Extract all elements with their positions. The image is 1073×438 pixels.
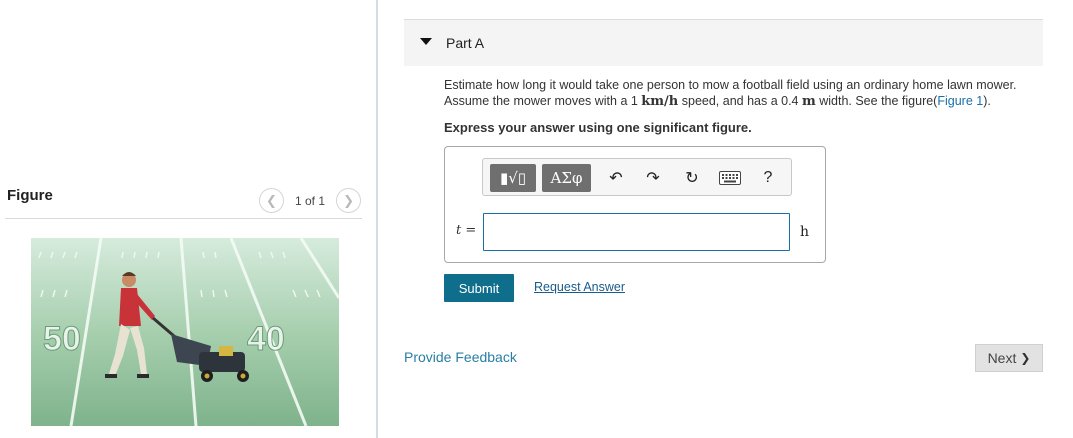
question-text-segment: ). [983, 94, 991, 108]
prev-figure-button[interactable]: ❮ [259, 188, 284, 213]
templates-button[interactable]: ▮√▯ [490, 164, 536, 192]
part-a-label: Part A [446, 35, 485, 51]
pager-text: 1 of 1 [295, 193, 326, 208]
redo-icon[interactable]: ↷ [640, 167, 666, 189]
question-text: Estimate how long it would take one pers… [444, 77, 1044, 110]
greek-symbols-button[interactable]: ΑΣφ [542, 164, 591, 192]
speed-unit: km/h [641, 94, 679, 109]
lawn-mower-figure-image: 50 40 [31, 238, 339, 426]
question-text-segment: speed, and has a 0.4 [678, 94, 802, 108]
question-line-1: Estimate how long it would take one pers… [444, 78, 1017, 92]
yard-number-40: 40 [247, 320, 285, 358]
part-a-header[interactable]: Part A [404, 20, 1043, 66]
next-label: Next [987, 350, 1017, 366]
reset-icon[interactable]: ↻ [679, 167, 705, 189]
variable-symbol: t [456, 223, 462, 238]
question-text-segment: width. See the figure( [815, 94, 938, 108]
answer-instruction: Express your answer using one significan… [444, 120, 752, 135]
next-figure-button[interactable]: ❯ [336, 188, 362, 213]
question-line-2: Assume the mower moves with a 1 km/h spe… [444, 93, 1044, 110]
figure-divider [5, 218, 362, 219]
answer-unit: h [800, 224, 810, 240]
yard-number-50: 50 [43, 320, 81, 358]
math-toolbar: ▮√▯ ΑΣφ ↶ ↷ ↻ ? [482, 158, 792, 196]
keyboard-icon[interactable] [717, 167, 743, 189]
answer-input[interactable] [483, 213, 790, 251]
keyboard-glyph [719, 171, 741, 185]
provide-feedback-link[interactable]: Provide Feedback [404, 349, 517, 365]
width-unit: m [801, 94, 816, 109]
chevron-left-icon: ❮ [266, 192, 277, 208]
page: Figure ❮ 1 of 1 ❯ 50 40 Part A Estimate … [0, 0, 1073, 438]
equals-sign: = [465, 223, 477, 238]
chevron-right-icon: ❯ [343, 192, 354, 208]
request-answer-link[interactable]: Request Answer [534, 280, 625, 294]
variable-label: t = [456, 223, 476, 238]
chevron-right-icon: ❯ [1020, 351, 1031, 365]
question-text-segment: Assume the mower moves with a 1 [444, 94, 642, 108]
caret-down-icon [420, 38, 432, 45]
undo-icon[interactable]: ↶ [603, 167, 629, 189]
figure-link[interactable]: Figure 1 [937, 94, 983, 108]
answer-box: ▮√▯ ΑΣφ ↶ ↷ ↻ ? t = h [444, 146, 826, 263]
figure-title: Figure [7, 187, 53, 204]
figure-panel: Figure ❮ 1 of 1 ❯ 50 40 [0, 0, 377, 438]
help-icon[interactable]: ? [755, 167, 781, 189]
next-button[interactable]: Next ❯ [975, 344, 1043, 372]
figure-pager: ❮ 1 of 1 ❯ [259, 188, 362, 213]
panel-divider [376, 0, 378, 438]
submit-button[interactable]: Submit [444, 274, 514, 302]
